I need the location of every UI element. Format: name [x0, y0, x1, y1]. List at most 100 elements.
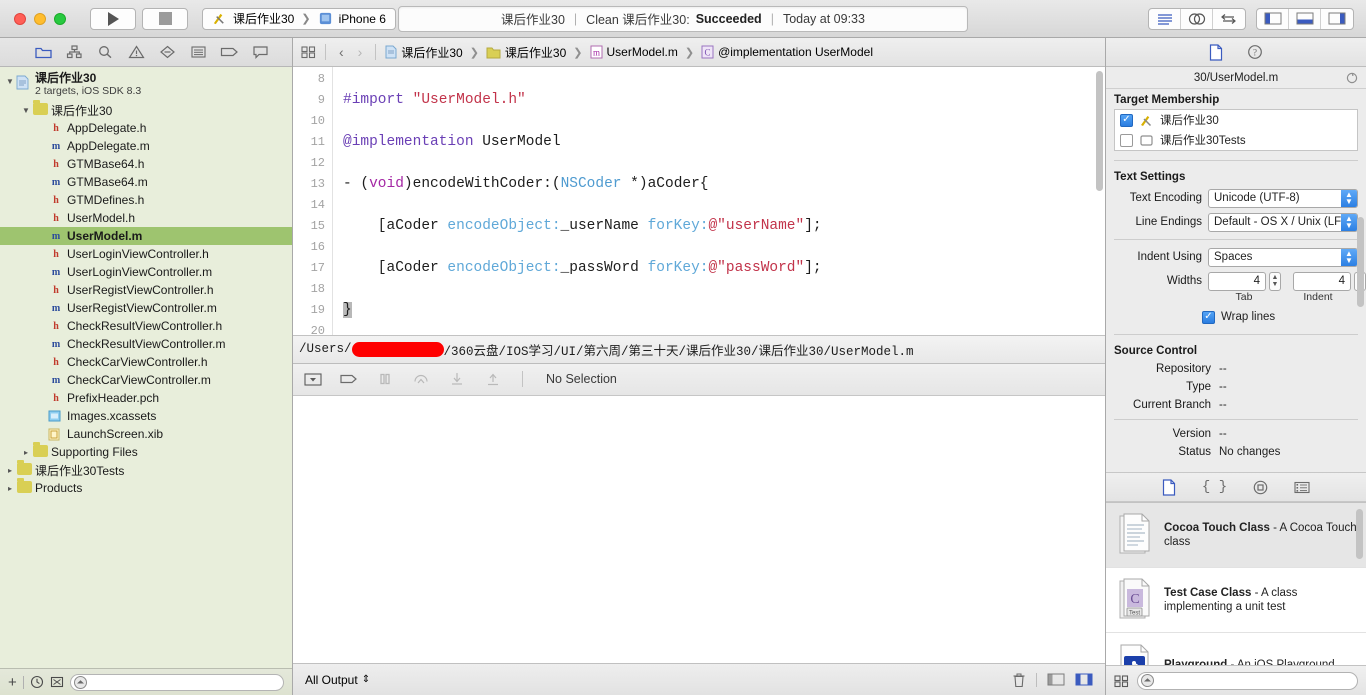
- file-row-appdelegate-m[interactable]: ▸mAppDelegate.m: [0, 137, 292, 155]
- code-line[interactable]: #import "UserModel.h": [343, 90, 1105, 111]
- code-line[interactable]: [aCoder encodeObject:_passWord forKey:@"…: [343, 258, 1105, 279]
- disclosure-triangle[interactable]: ▼: [20, 106, 32, 115]
- library-item[interactable]: Playground - An iOS Playground: [1106, 633, 1366, 665]
- related-items-button[interactable]: [301, 45, 316, 59]
- zoom-window-button[interactable]: [54, 12, 66, 25]
- symbol-navigator-icon[interactable]: [65, 44, 84, 61]
- library-scrollbar[interactable]: [1356, 509, 1363, 559]
- show-variables-view-button[interactable]: [1047, 673, 1065, 686]
- library-view-mode-button[interactable]: [1114, 674, 1129, 688]
- media-library-tab[interactable]: [1294, 481, 1310, 494]
- go-forward-button[interactable]: ›: [354, 44, 367, 60]
- file-row-gtmdefines-h[interactable]: ▸hGTMDefines.h: [0, 191, 292, 209]
- code-line[interactable]: [343, 153, 1105, 174]
- debug-navigator-icon[interactable]: [189, 44, 208, 61]
- code-line[interactable]: @implementation UserModel: [343, 132, 1105, 153]
- file-inspector-tab[interactable]: [1209, 43, 1223, 61]
- library-item[interactable]: C Test Test Case Class - A class impleme…: [1106, 568, 1366, 633]
- code-line[interactable]: [343, 321, 1105, 335]
- activity-status-bar[interactable]: 课后作业30 | Clean 课后作业30: Succeeded | Today…: [398, 5, 968, 32]
- go-back-button[interactable]: ‹: [335, 44, 348, 60]
- breakpoint-navigator-icon[interactable]: [220, 44, 239, 61]
- disclosure-triangle[interactable]: ▸: [20, 448, 32, 457]
- file-inspector-content[interactable]: 30/UserModel.m Target Membership 课后作业30: [1106, 67, 1366, 472]
- version-editor-button[interactable]: [1213, 9, 1245, 29]
- clear-console-button[interactable]: [1012, 672, 1026, 688]
- file-row-usermodel-m[interactable]: ▸mUserModel.m: [0, 227, 292, 245]
- wrap-lines-checkbox[interactable]: [1202, 310, 1215, 324]
- file-row-checkresultviewcontroller-m[interactable]: ▸mCheckResultViewController.m: [0, 335, 292, 353]
- find-navigator-icon[interactable]: [96, 44, 115, 61]
- file-row-usermodel-h[interactable]: ▸hUserModel.h: [0, 209, 292, 227]
- file-template-library-list[interactable]: Cocoa Touch Class - A Cocoa Touch class …: [1106, 502, 1366, 665]
- tab-width-input[interactable]: 4: [1208, 271, 1266, 291]
- standard-editor-button[interactable]: [1149, 8, 1181, 29]
- breadcrumb-item-4[interactable]: C @implementation UserModel: [701, 45, 873, 59]
- tab-width-control[interactable]: 4 ▲ ▼: [1208, 271, 1281, 291]
- indent-width-input[interactable]: 4: [1293, 271, 1351, 291]
- file-row-userloginviewcontroller-m[interactable]: ▸mUserLoginViewController.m: [0, 263, 292, 281]
- inspector-scrollbar[interactable]: [1357, 217, 1364, 307]
- source-code-editor[interactable]: 891011121314151617181920212223242526 #im…: [293, 67, 1105, 335]
- target-checkbox[interactable]: [1120, 113, 1133, 127]
- file-row-checkresultviewcontroller-h[interactable]: ▸hCheckResultViewController.h: [0, 317, 292, 335]
- activate-breakpoints-button[interactable]: [339, 372, 359, 386]
- library-filter-input[interactable]: [1137, 671, 1358, 690]
- library-item[interactable]: Cocoa Touch Class - A Cocoa Touch class: [1106, 503, 1366, 568]
- view-toggles-segmented-control[interactable]: [1256, 7, 1354, 30]
- show-console-view-button[interactable]: [1075, 673, 1093, 686]
- tree-row-group[interactable]: ▼ 课后作业30: [0, 99, 292, 119]
- file-row-userregistviewcontroller-h[interactable]: ▸hUserRegistViewController.h: [0, 281, 292, 299]
- code-snippet-library-tab[interactable]: { }: [1202, 479, 1227, 495]
- navigator-tab-bar[interactable]: [0, 38, 292, 67]
- breadcrumb-item-2[interactable]: 课后作业30: [486, 44, 566, 61]
- code-line[interactable]: [aCoder encodeObject:_userName forKey:@"…: [343, 216, 1105, 237]
- report-navigator-icon[interactable]: [251, 44, 270, 61]
- target-membership-row[interactable]: 课后作业30Tests: [1115, 130, 1357, 150]
- console-output-area[interactable]: [293, 395, 1105, 663]
- file-row-userregistviewcontroller-m[interactable]: ▸mUserRegistViewController.m: [0, 299, 292, 317]
- code-line[interactable]: [343, 111, 1105, 132]
- close-window-button[interactable]: [14, 12, 26, 25]
- text-encoding-popup[interactable]: Unicode (UTF-8) ▲ ▼: [1208, 188, 1358, 208]
- project-file-tree[interactable]: ▼ 课后作业30 2 targets, iOS SDK 8.3 ▼ 课后作业30…: [0, 67, 292, 668]
- code-line[interactable]: }: [343, 300, 1105, 321]
- file-row-launchscreen-xib[interactable]: ▸LaunchScreen.xib: [0, 425, 292, 443]
- file-template-library-tab[interactable]: [1162, 478, 1176, 496]
- breadcrumb-item-3[interactable]: m UserModel.m: [590, 45, 678, 59]
- scheme-destination-selector[interactable]: 课后作业30 ❯ iPhone 6: [202, 7, 396, 30]
- library-selector-bar[interactable]: { }: [1106, 472, 1366, 502]
- group-row[interactable]: ▸ 课后作业30Tests: [0, 459, 292, 479]
- indent-width-control[interactable]: 4 ▲▼: [1293, 271, 1366, 291]
- issue-navigator-icon[interactable]: [127, 44, 146, 61]
- line-endings-popup[interactable]: Default - OS X / Unix (LF) ▲ ▼: [1208, 212, 1358, 232]
- code-text[interactable]: #import "UserModel.h" @implementation Us…: [333, 67, 1105, 335]
- toggle-debug-area-button[interactable]: [1289, 8, 1321, 29]
- file-row-images-xcassets[interactable]: ▸Images.xcassets: [0, 407, 292, 425]
- code-line[interactable]: [343, 237, 1105, 258]
- reveal-in-finder-icon[interactable]: [1346, 72, 1358, 84]
- file-row-gtmbase64-m[interactable]: ▸mGTMBase64.m: [0, 173, 292, 191]
- group-row[interactable]: ▸ Products: [0, 477, 292, 497]
- file-row-gtmbase64-h[interactable]: ▸hGTMBase64.h: [0, 155, 292, 173]
- stop-button[interactable]: [142, 7, 188, 30]
- quick-help-inspector-tab[interactable]: ?: [1247, 44, 1263, 60]
- navigator-filter-input[interactable]: [69, 673, 284, 691]
- disclosure-triangle[interactable]: ▸: [4, 484, 16, 493]
- test-navigator-icon[interactable]: [158, 44, 177, 61]
- toggle-utilities-button[interactable]: [1321, 9, 1353, 29]
- target-membership-row[interactable]: 课后作业30: [1115, 110, 1357, 130]
- indent-using-popup[interactable]: Spaces ▲ ▼: [1208, 247, 1358, 267]
- file-row-checkcarviewcontroller-h[interactable]: ▸hCheckCarViewController.h: [0, 353, 292, 371]
- inspector-selector-bar[interactable]: ?: [1106, 38, 1366, 67]
- file-row-appdelegate-h[interactable]: ▸hAppDelegate.h: [0, 119, 292, 137]
- add-item-button[interactable]: +: [8, 674, 17, 691]
- file-row-userloginviewcontroller-h[interactable]: ▸hUserLoginViewController.h: [0, 245, 292, 263]
- code-line[interactable]: [343, 195, 1105, 216]
- disclosure-triangle[interactable]: ▼: [4, 72, 16, 86]
- code-line[interactable]: [343, 279, 1105, 300]
- file-row-checkcarviewcontroller-m[interactable]: ▸mCheckCarViewController.m: [0, 371, 292, 389]
- recent-files-filter-button[interactable]: [30, 675, 44, 689]
- breadcrumb-item-1[interactable]: 课后作业30: [385, 44, 463, 61]
- source-control-filter-button[interactable]: [50, 675, 64, 689]
